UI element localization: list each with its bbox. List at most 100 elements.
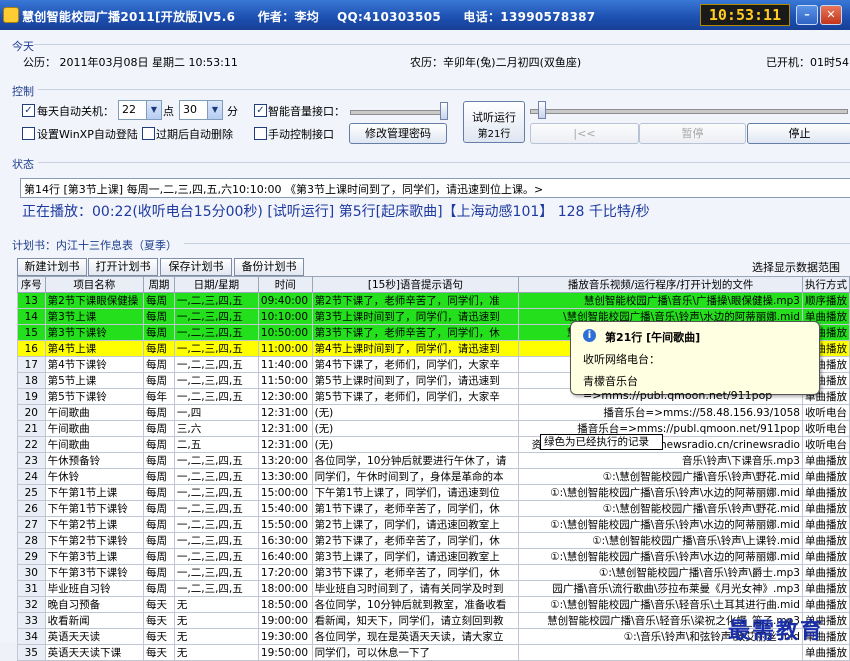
open-plan-button[interactable]: 打开计划书	[88, 258, 158, 276]
table-cell-days: 三,六	[173, 420, 259, 437]
table-row[interactable]: 13 第2节下课眼保健操 每周 一,二,三,四,五 09:40:00 第2节下课了，老师辛…	[17, 292, 850, 309]
table-row[interactable]: 29 下午第3节上课 每周 一,二,三,四,五 16:40:00 第3节上课了，同学们，请…	[17, 548, 850, 565]
table-cell-time: 12:31:00	[257, 404, 313, 421]
table-cell-time: 10:50:00	[257, 324, 313, 341]
smart-volume-checkbox[interactable]: ✓	[254, 104, 267, 117]
table-row[interactable]: 27 下午第2节上课 每周 一,二,三,四,五 15:50:00 第2节上课了，同学们，请…	[17, 516, 850, 533]
column-header[interactable]: 周期	[143, 276, 175, 293]
table-cell-file: ①:\慧创智能校园广播\音乐\铃声\水边的阿蒂丽娜.mid	[518, 484, 803, 501]
table-cell-file: ①:\慧创智能校园广播\音乐\铃声\野花.mid	[518, 500, 803, 517]
table-cell-mode: 单曲播放	[801, 500, 850, 517]
table-cell-days: 一,二,三,四,五	[173, 452, 259, 469]
table-row[interactable]: 32 晚自习预备 每天无 18:50:00 各位同学，10分钟后就到教室，准备收看 ①:\…	[17, 596, 850, 613]
column-header[interactable]: 序号	[17, 276, 46, 293]
progress-track[interactable]	[530, 109, 848, 114]
table-cell-time: 16:30:00	[257, 532, 313, 549]
table-row[interactable]: 30 下午第3节下课铃 每周 一,二,三,四,五 17:20:00 第3节下课了，老师辛苦…	[17, 564, 850, 581]
column-header[interactable]: 播放音乐视频/运行程序/打开计划的文件	[518, 276, 803, 293]
status-line: 第14行 [第3节上课] 每周一,二,三,四,五,六10:10:00 《第3节上…	[24, 183, 544, 196]
table-row[interactable]: 35 英语天天读下课 每天无 19:50:00 同学们，可以休息一下了 单曲播放	[17, 644, 850, 661]
table-cell-days: 一,二,三,四,五	[173, 532, 259, 549]
hour-value: 22	[122, 103, 136, 116]
change-password-button[interactable]: 修改管理密码	[349, 123, 447, 144]
chevron-down-icon: ▼	[146, 101, 161, 119]
title-bar: 慧创智能校园广播2011[开放版]V5.6 作者：李均 QQ:410303505…	[0, 0, 850, 30]
table-cell-n: 19	[17, 388, 46, 405]
backup-plan-button[interactable]: 备份计划书	[234, 258, 304, 276]
table-cell-time: 19:30:00	[257, 628, 313, 645]
table-cell-time: 12:31:00	[257, 436, 313, 453]
table-cell-voice: 各位同学，现在是英语天天读，请大家立	[311, 628, 520, 645]
trial-run-label: 试听运行	[472, 111, 516, 124]
column-header[interactable]: 项目名称	[44, 276, 145, 293]
table-row[interactable]: 33 收看新闻 每天无 19:00:00 看新闻，知天下，同学们，请立刻回到教 慧创智能校…	[17, 612, 850, 629]
table-cell-name: 毕业班自习铃	[44, 580, 145, 597]
table-cell-name: 第5节下课铃	[44, 388, 145, 405]
table-cell-file: ①:\慧创智能校园广播\音乐\铃声\水边的阿蒂丽娜.mid	[518, 548, 803, 565]
table-cell-name: 下午第3节上课	[44, 548, 145, 565]
minute-select[interactable]: 30 ▼	[179, 100, 223, 120]
table-cell-time: 11:00:00	[257, 340, 313, 357]
hour-select[interactable]: 22 ▼	[118, 100, 162, 120]
table-row[interactable]: 21 午间歌曲 每周 三,六 12:31:00 (无) 播音乐台=>mms://publ.q…	[17, 420, 850, 437]
divider	[34, 44, 850, 45]
table-row[interactable]: 25 下午第1节上课 每周 一,二,三,四,五 15:00:00 下午第1节上课了，同学们…	[17, 484, 850, 501]
column-header[interactable]: 日期/星期	[173, 276, 259, 293]
volume-slider-track[interactable]	[350, 110, 447, 115]
table-cell-voice: 第5节上课时间到了，同学们，请迅速到	[311, 372, 520, 389]
table-cell-n: 28	[17, 532, 46, 549]
table-row[interactable]: 28 下午第2节下课铃 每周 一,二,三,四,五 16:30:00 第2节下课了，老师辛苦…	[17, 532, 850, 549]
table-cell-time: 19:00:00	[257, 612, 313, 629]
window-title: 慧创智能校园广播2011[开放版]V5.6 作者：李均 QQ:410303505…	[22, 8, 595, 25]
progress-thumb[interactable]	[538, 101, 546, 119]
row-tooltip: i 第21行 [午间歌曲] 收听网络电台： 青檬音乐台=>mms://publ.…	[570, 321, 820, 402]
setup-winxp-checkbox[interactable]	[22, 127, 35, 140]
table-cell-period: 每天	[143, 612, 175, 629]
save-plan-button[interactable]: 保存计划书	[160, 258, 232, 276]
table-cell-file: ①:\慧创智能校园广播\音乐\铃声\上课铃.mid	[518, 532, 803, 549]
table-cell-time: 12:31:00	[257, 420, 313, 437]
table-cell-name: 下午第1节上课	[44, 484, 145, 501]
table-cell-mode: 收听电台	[801, 436, 850, 453]
table-row[interactable]: 34 英语天天读 每天无 19:30:00 各位同学，现在是英语天天读，请大家立 ①:\音…	[17, 628, 850, 645]
table-cell-period: 每周	[143, 436, 175, 453]
trial-run-button[interactable]: 试听运行 第21行	[463, 101, 525, 143]
table-cell-voice: 各位同学，10分钟后就到教室，准备收看	[311, 596, 520, 613]
table-cell-period: 每周	[143, 324, 175, 341]
table-cell-time: 18:00:00	[257, 580, 313, 597]
pause-button[interactable]: 暂停	[639, 123, 746, 144]
table-cell-days: 一,二,三,四,五	[173, 340, 259, 357]
new-plan-button[interactable]: 新建计划书	[17, 258, 87, 276]
column-header[interactable]: 执行方式	[801, 276, 850, 293]
table-row[interactable]: 31 毕业班自习铃 每周 一,二,三,四,五 18:00:00 毕业班自习时间到了，请有关…	[17, 580, 850, 597]
gregorian-date: 公历： 2011年03月08日 星期二 10:53:11	[23, 56, 238, 69]
table-row[interactable]: 24 午休铃 每周 一,二,三,四,五 13:30:00 同学们，午休时间到了，身体是革命…	[17, 468, 850, 485]
expired-delete-checkbox[interactable]	[142, 127, 155, 140]
table-cell-file: ①:\慧创智能校园广播\音乐\铃声\爵士.mp3	[518, 564, 803, 581]
chevron-down-icon: ▼	[207, 101, 222, 119]
table-cell-voice: 毕业班自习时间到了，请有关同学及时到	[311, 580, 520, 597]
table-cell-file: 慧创智能校园广播\音乐\广播操\眼保健操.mp3	[518, 292, 803, 309]
auto-shutdown-checkbox[interactable]: ✓	[22, 104, 35, 117]
manual-control-checkbox[interactable]	[254, 127, 267, 140]
table-cell-n: 26	[17, 500, 46, 517]
table-cell-name: 第2节下课眼保健操	[44, 292, 145, 309]
table-cell-time: 15:00:00	[257, 484, 313, 501]
minimize-button[interactable]: –	[796, 5, 818, 25]
table-cell-file: ①:\慧创智能校园广播\音乐\轻音乐\土耳其进行曲.mid	[518, 596, 803, 613]
table-row[interactable]: 23 午休预备铃 每周 一,二,三,四,五 13:20:00 各位同学，10分钟后就要进行…	[17, 452, 850, 469]
table-row[interactable]: 22 午间歌曲 每周 二,五 12:31:00 (无) 资讯)=>mms://media.c…	[17, 436, 850, 453]
stop-button[interactable]: 停止	[747, 123, 850, 144]
table-cell-n: 30	[17, 564, 46, 581]
close-button[interactable]: ✕	[820, 5, 842, 25]
volume-slider-thumb[interactable]	[440, 102, 448, 120]
first-button[interactable]: |<<	[530, 123, 639, 144]
column-header[interactable]: 时间	[257, 276, 313, 293]
table-cell-name: 收看新闻	[44, 612, 145, 629]
table-cell-name: 第3节上课	[44, 308, 145, 325]
table-row[interactable]: 20 午间歌曲 每周 一,四 12:31:00 (无) 播音乐台=>mms://58.48.…	[17, 404, 850, 421]
table-row[interactable]: 26 下午第1节下课铃 每周 一,二,三,四,五 15:40:00 第1节下课了，老师辛苦…	[17, 500, 850, 517]
table-cell-name: 第5节上课	[44, 372, 145, 389]
column-header[interactable]: [15秒]语音提示语句	[311, 276, 520, 293]
uptime: 已开机：01时54	[766, 56, 849, 69]
